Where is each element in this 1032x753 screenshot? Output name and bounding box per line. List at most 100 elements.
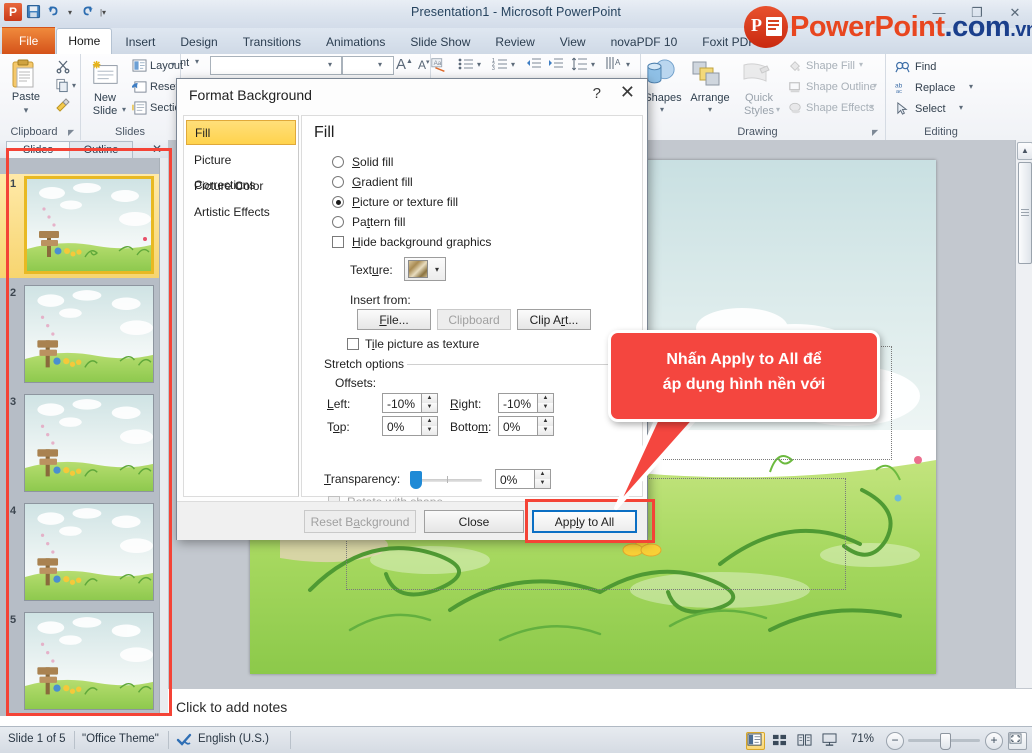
paste-button[interactable] <box>8 58 40 93</box>
shape-fill-label[interactable]: Shape Fill <box>806 60 855 72</box>
tab-novapdf[interactable]: novaPDF 10 <box>599 30 690 54</box>
scrollbar-thumb[interactable] <box>1018 162 1032 264</box>
tab-review[interactable]: Review <box>483 30 546 54</box>
format-background-dialog[interactable]: Format Background ? ✕ Fill Picture Corre… <box>176 78 648 540</box>
replace-dropdown-icon[interactable]: ▾ <box>969 82 973 91</box>
language-label[interactable]: English (U.S.) <box>198 733 269 745</box>
numbering-icon[interactable]: 123 <box>492 57 508 74</box>
shape-fill-dropdown-icon[interactable]: ▾ <box>859 60 863 69</box>
shape-outline-label[interactable]: Shape Outline <box>806 81 876 93</box>
replace-label[interactable]: Replace <box>915 82 955 94</box>
transparency-stepper[interactable]: 0% ▲ ▼ <box>495 469 551 489</box>
shapes-dropdown-icon[interactable]: ▾ <box>660 105 664 114</box>
reset-icon[interactable] <box>132 80 147 97</box>
layout-label[interactable]: Layout <box>150 60 183 72</box>
reset-label[interactable]: Reset <box>150 81 179 93</box>
arrange-label[interactable]: Arrange <box>686 92 734 104</box>
tab-view[interactable]: View <box>548 30 598 54</box>
line-spacing-dropdown-icon[interactable]: ▾ <box>591 60 595 69</box>
fit-slide-to-window-icon[interactable] <box>1008 732 1027 750</box>
tab-outline-pane[interactable]: Outline <box>69 141 133 159</box>
nav-item-fill[interactable]: Fill <box>186 120 296 145</box>
tab-transitions[interactable]: Transitions <box>231 30 313 54</box>
font-name-partial[interactable]: nt <box>180 57 189 69</box>
paste-label[interactable]: Paste <box>0 91 52 103</box>
radio-gradient-fill[interactable] <box>332 176 344 188</box>
new-slide-icon[interactable] <box>90 60 120 91</box>
list-item[interactable]: 2 <box>0 283 160 391</box>
radio-pattern-fill[interactable] <box>332 216 344 228</box>
copy-dropdown-icon[interactable]: ▾ <box>72 81 76 90</box>
offset-bottom-stepper[interactable]: 0% ▲ ▼ <box>498 416 554 436</box>
offset-bottom-decrement-icon[interactable]: ▼ <box>537 426 553 435</box>
radio-picture-or-texture-fill[interactable] <box>332 196 344 208</box>
paste-dropdown-icon[interactable]: ▾ <box>0 104 52 116</box>
line-spacing-icon[interactable] <box>572 57 588 74</box>
font-size-box[interactable] <box>210 56 342 75</box>
close-icon[interactable]: ✕ <box>620 83 635 101</box>
help-icon[interactable]: ? <box>593 85 601 102</box>
offset-top-decrement-icon[interactable]: ▼ <box>421 426 437 435</box>
insert-file-button[interactable]: File... <box>357 309 431 330</box>
checkbox-tile-picture-as-texture[interactable] <box>347 338 359 350</box>
shape-effects-dropdown-icon[interactable]: ▾ <box>870 102 874 111</box>
theme-label[interactable]: "Office Theme" <box>82 733 159 745</box>
font-style-box[interactable] <box>342 56 394 75</box>
transparency-decrement-icon[interactable]: ▼ <box>534 479 550 488</box>
layout-dropdown-icon[interactable]: ▾ <box>171 60 175 69</box>
quick-styles-dropdown-icon[interactable]: ▾ <box>776 105 780 114</box>
radio-solid-fill[interactable] <box>332 156 344 168</box>
slide-thumbnail[interactable] <box>24 285 154 383</box>
format-painter-icon[interactable] <box>55 97 71 116</box>
close-pane-icon[interactable]: ✕ <box>152 142 162 156</box>
shape-effects-icon[interactable] <box>788 102 802 118</box>
transparency-slider-thumb[interactable] <box>410 471 422 489</box>
list-item[interactable]: 1 <box>0 174 160 282</box>
normal-view-button[interactable] <box>746 732 765 750</box>
slide-thumbnail[interactable] <box>24 503 154 601</box>
bullets-dropdown-icon[interactable]: ▾ <box>477 60 481 69</box>
slide-thumbnail[interactable] <box>24 394 154 492</box>
zoom-level-label[interactable]: 71% <box>851 733 874 745</box>
tab-file[interactable]: File <box>2 27 55 54</box>
slideshow-view-button[interactable] <box>821 732 840 750</box>
zoom-out-button[interactable]: − <box>886 732 904 750</box>
tab-insert[interactable]: Insert <box>113 30 167 54</box>
shape-outline-dropdown-icon[interactable]: ▾ <box>873 81 877 90</box>
new-slide-label-line1[interactable]: New <box>80 92 130 104</box>
zoom-slider-thumb[interactable] <box>940 733 951 750</box>
nav-item-picture-corrections[interactable]: Picture Corrections <box>186 148 296 173</box>
offset-right-stepper[interactable]: -10% ▲ ▼ <box>498 393 554 413</box>
reading-view-button[interactable] <box>796 732 815 750</box>
text-direction-icon[interactable]: A <box>605 56 623 74</box>
font-size-dropdown-icon[interactable]: ▾ <box>328 60 332 69</box>
copy-icon[interactable] <box>55 78 70 96</box>
list-item[interactable]: 3 <box>0 392 160 500</box>
quick-styles-icon[interactable] <box>742 61 770 90</box>
select-dropdown-icon[interactable]: ▾ <box>959 103 963 112</box>
offset-left-decrement-icon[interactable]: ▼ <box>421 403 437 412</box>
bullets-icon[interactable] <box>458 57 474 74</box>
close-button[interactable]: Close <box>424 510 524 533</box>
offset-top-stepper[interactable]: 0% ▲ ▼ <box>382 416 438 436</box>
checkbox-hide-background-graphics[interactable] <box>332 236 344 248</box>
arrange-icon[interactable] <box>692 61 720 90</box>
arrange-dropdown-icon[interactable]: ▾ <box>708 105 712 114</box>
apply-to-all-button[interactable]: Apply to All <box>532 510 637 533</box>
drawing-dialog-launcher-icon[interactable]: ◤ <box>872 128 878 137</box>
shape-outline-icon[interactable] <box>788 81 802 97</box>
dialog-nav-list[interactable]: Fill Picture Corrections Picture Color A… <box>183 115 299 497</box>
scissors-icon[interactable] <box>55 58 71 77</box>
offset-right-decrement-icon[interactable]: ▼ <box>537 403 553 412</box>
nav-item-picture-color[interactable]: Picture Color <box>186 174 296 199</box>
zoom-in-button[interactable]: + <box>985 732 1003 750</box>
shrink-font-icon[interactable]: A▾ <box>418 58 430 72</box>
slide-vertical-scrollbar[interactable]: ▲ <box>1015 140 1032 688</box>
select-label[interactable]: Select <box>915 103 946 115</box>
tab-home[interactable]: Home <box>56 28 112 54</box>
font-style-dropdown-icon[interactable]: ▾ <box>378 60 382 69</box>
grow-font-icon[interactable]: A▲ <box>396 56 413 73</box>
notes-pane[interactable]: Click to add notes <box>168 688 1032 727</box>
tab-slides-pane[interactable]: Slides <box>6 141 70 159</box>
shape-effects-label[interactable]: Shape Effects <box>806 102 874 114</box>
